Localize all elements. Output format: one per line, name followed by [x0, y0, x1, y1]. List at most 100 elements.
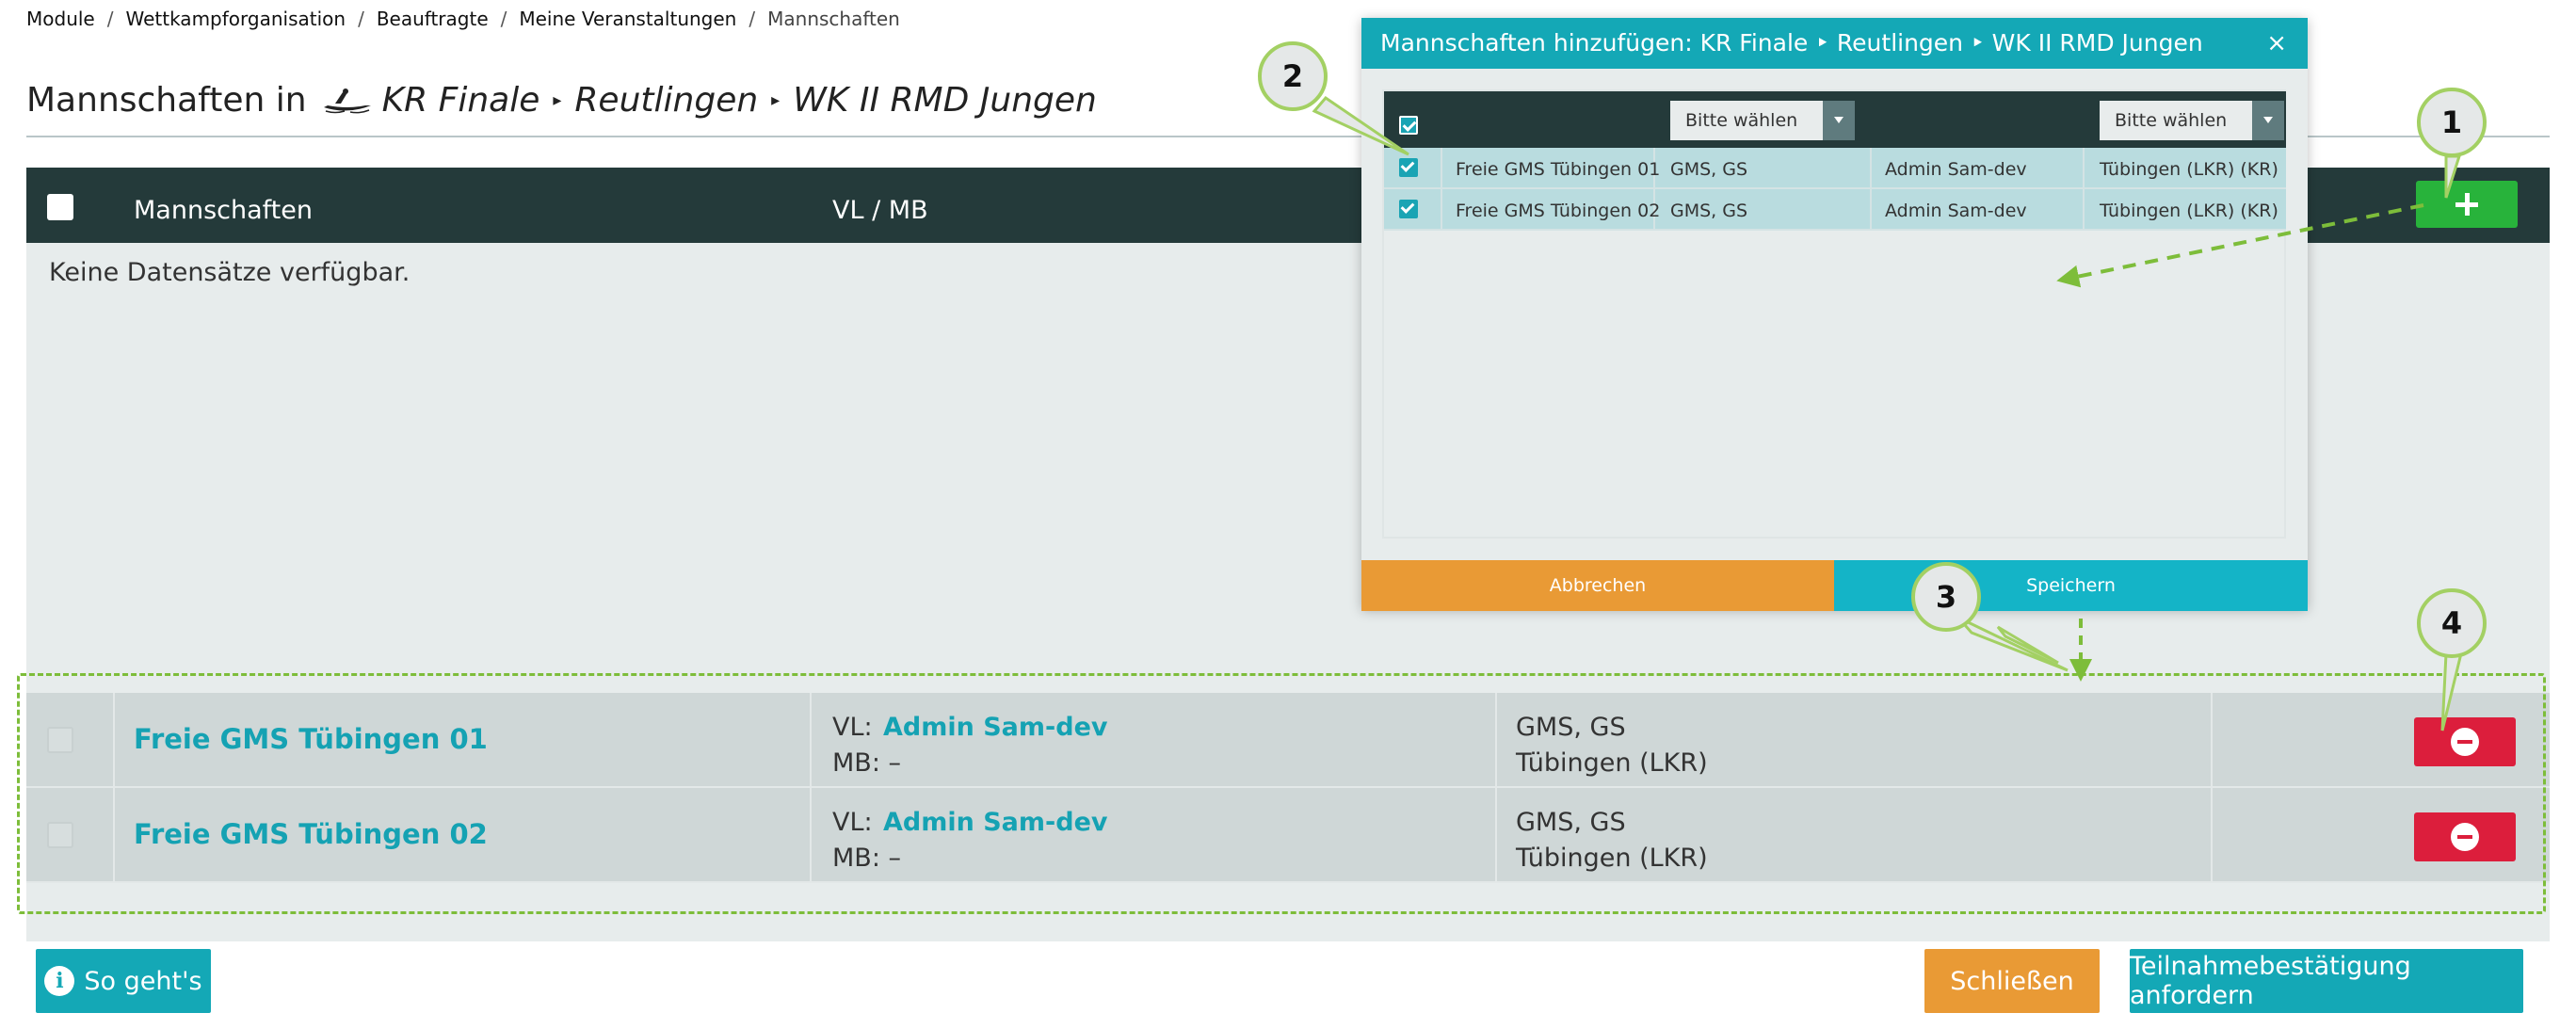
mb-label: MB:	[832, 844, 880, 873]
breadcrumb-wettkampforganisation[interactable]: Wettkampforganisation	[125, 8, 346, 30]
cell-divider	[113, 693, 115, 786]
modal-table-header: Bitte wählen Bitte wählen	[1384, 91, 2286, 148]
breadcrumb-separator: /	[358, 8, 364, 30]
cell-divider	[2083, 148, 2085, 189]
callout-4: 4	[2417, 588, 2487, 658]
close-button[interactable]: Schließen	[1924, 949, 2100, 1013]
event-name: KR Finale	[381, 81, 540, 120]
vl-mb-cell: VL: Admin Sam-dev MB: –	[832, 710, 1107, 781]
filter-select-value: Bitte wählen	[1685, 110, 1798, 131]
chevron-down-icon	[2252, 101, 2284, 140]
modal-cancel-button[interactable]: Abbrechen	[1361, 560, 1834, 611]
rowing-boat-icon	[323, 88, 371, 113]
cell-divider	[2083, 189, 2085, 231]
vl-mb-cell: VL: Admin Sam-dev MB: –	[832, 805, 1107, 876]
cell-divider	[1495, 693, 1497, 786]
modal-team-table: Bitte wählen Bitte wählen Freie GMS Tübi…	[1382, 89, 2286, 539]
modal-school-type: GMS, GS	[1670, 201, 1748, 221]
modal-leader: Admin Sam-dev	[1885, 201, 2027, 221]
school-type: GMS, GS	[1516, 713, 1626, 742]
modal-district: Tübingen (LKR) (KR)	[2100, 159, 2278, 180]
mb-value: –	[888, 748, 902, 778]
add-team-button[interactable]	[2416, 181, 2518, 228]
cell-divider	[1870, 148, 1872, 189]
remove-team-button[interactable]	[2414, 717, 2516, 766]
select-all-checkbox[interactable]	[47, 194, 73, 220]
minus-circle-icon	[2451, 823, 2479, 851]
school-district: Tübingen (LKR)	[1516, 844, 1708, 873]
minus-circle-icon	[2451, 728, 2479, 756]
remove-team-button[interactable]	[2414, 812, 2516, 861]
table-row: Freie GMS Tübingen 02 VL: Admin Sam-dev M…	[26, 788, 2550, 883]
cell-divider	[2211, 788, 2213, 881]
modal-table-row[interactable]: Freie GMS Tübingen 02 GMS, GS Admin Sam-…	[1384, 189, 2286, 231]
add-teams-modal: Mannschaften hinzufügen: KR Finale ‣ Reu…	[1361, 18, 2308, 611]
help-button-label: So geht's	[84, 966, 202, 996]
page-title: Mannschaften in KR Finale ▸ Reutlingen ▸…	[26, 81, 1097, 120]
page-title-prefix: Mannschaften in	[26, 81, 307, 120]
cell-divider	[1870, 189, 1872, 231]
modal-school-type: GMS, GS	[1670, 159, 1748, 180]
row-checkbox[interactable]	[47, 822, 73, 848]
callout-3: 3	[1911, 562, 1981, 632]
school-district: Tübingen (LKR)	[1516, 748, 1708, 778]
team-rows: Freie GMS Tübingen 01 VL: Admin Sam-dev M…	[26, 693, 2550, 883]
modal-table-row[interactable]: Freie GMS Tübingen 01 GMS, GS Admin Sam-…	[1384, 148, 2286, 189]
modal-close-icon[interactable]: ×	[2266, 29, 2287, 57]
modal-select-all-checkbox[interactable]	[1399, 116, 1418, 135]
school-cell: GMS, GS Tübingen (LKR)	[1516, 710, 1708, 781]
callout-2: 2	[1258, 41, 1328, 111]
row-checkbox[interactable]	[47, 727, 73, 753]
filter-select-district[interactable]: Bitte wählen	[2100, 101, 2284, 140]
callout-1: 1	[2417, 88, 2487, 157]
breadcrumb: Module / Wettkampforganisation / Beauftragte…	[26, 8, 900, 30]
help-button[interactable]: i So geht's	[36, 949, 211, 1013]
cell-divider	[2211, 693, 2213, 786]
title-arrow: ▸	[771, 90, 781, 110]
table-row: Freie GMS Tübingen 01 VL: Admin Sam-dev M…	[26, 693, 2550, 788]
cell-divider	[810, 693, 812, 786]
empty-message: Keine Datensätze verfügbar.	[49, 258, 411, 287]
filter-select-value: Bitte wählen	[2115, 110, 2228, 131]
filter-select-type[interactable]: Bitte wählen	[1670, 101, 1855, 140]
title-arrow: ▸	[553, 90, 562, 110]
breadcrumb-module[interactable]: Module	[26, 8, 95, 30]
modal-row-checkbox[interactable]	[1399, 158, 1418, 177]
breadcrumb-current: Mannschaften	[767, 8, 900, 30]
vl-label: VL:	[832, 713, 873, 742]
breadcrumb-meine-veranstaltungen[interactable]: Meine Veranstaltungen	[519, 8, 736, 30]
chevron-down-icon	[1823, 101, 1855, 140]
modal-team-name: Freie GMS Tübingen 01	[1456, 159, 1661, 180]
school-type: GMS, GS	[1516, 808, 1626, 837]
breadcrumb-beauftragte[interactable]: Beauftragte	[377, 8, 489, 30]
event-class: WK II RMD Jungen	[793, 81, 1097, 120]
modal-team-name: Freie GMS Tübingen 02	[1456, 201, 1661, 221]
column-header-teams: Mannschaften	[134, 196, 313, 225]
vl-label: VL:	[832, 808, 873, 837]
modal-save-button[interactable]: Speichern	[1834, 560, 2308, 611]
cell-divider	[1441, 148, 1442, 189]
breadcrumb-separator: /	[106, 8, 114, 30]
modal-title: Mannschaften hinzufügen: KR Finale ‣ Reu…	[1380, 29, 2203, 56]
team-name-link[interactable]: Freie GMS Tübingen 01	[134, 723, 488, 755]
cell-divider	[810, 788, 812, 881]
modal-row-checkbox[interactable]	[1399, 200, 1418, 218]
cell-divider	[113, 788, 115, 881]
request-confirmation-button[interactable]: Teilnahmebestätigung anfordern	[2130, 949, 2523, 1013]
mb-value: –	[888, 844, 902, 873]
modal-leader: Admin Sam-dev	[1885, 159, 2027, 180]
vl-name-link[interactable]: Admin Sam-dev	[883, 808, 1107, 837]
info-icon: i	[44, 966, 75, 996]
school-cell: GMS, GS Tübingen (LKR)	[1516, 805, 1708, 876]
cell-divider	[1441, 189, 1442, 231]
vl-name-link[interactable]: Admin Sam-dev	[883, 713, 1107, 742]
event-location: Reutlingen	[574, 81, 759, 120]
breadcrumb-separator: /	[500, 8, 507, 30]
modal-district: Tübingen (LKR) (KR)	[2100, 201, 2278, 221]
column-header-vl-mb: VL / MB	[832, 196, 928, 225]
cell-divider	[1495, 788, 1497, 881]
mb-label: MB:	[832, 748, 880, 778]
breadcrumb-separator: /	[749, 8, 756, 30]
modal-header: Mannschaften hinzufügen: KR Finale ‣ Reu…	[1361, 18, 2308, 69]
team-name-link[interactable]: Freie GMS Tübingen 02	[134, 818, 488, 850]
